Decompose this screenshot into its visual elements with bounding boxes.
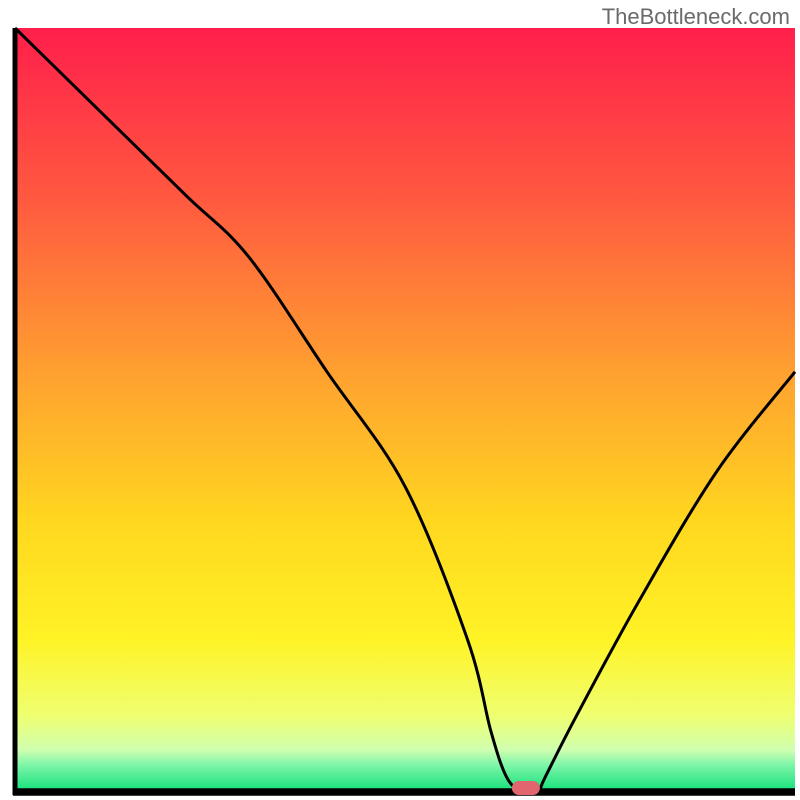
optimum-marker	[512, 781, 540, 795]
chart-svg	[0, 0, 800, 800]
bottleneck-chart: TheBottleneck.com	[0, 0, 800, 800]
watermark-text: TheBottleneck.com	[602, 4, 790, 30]
